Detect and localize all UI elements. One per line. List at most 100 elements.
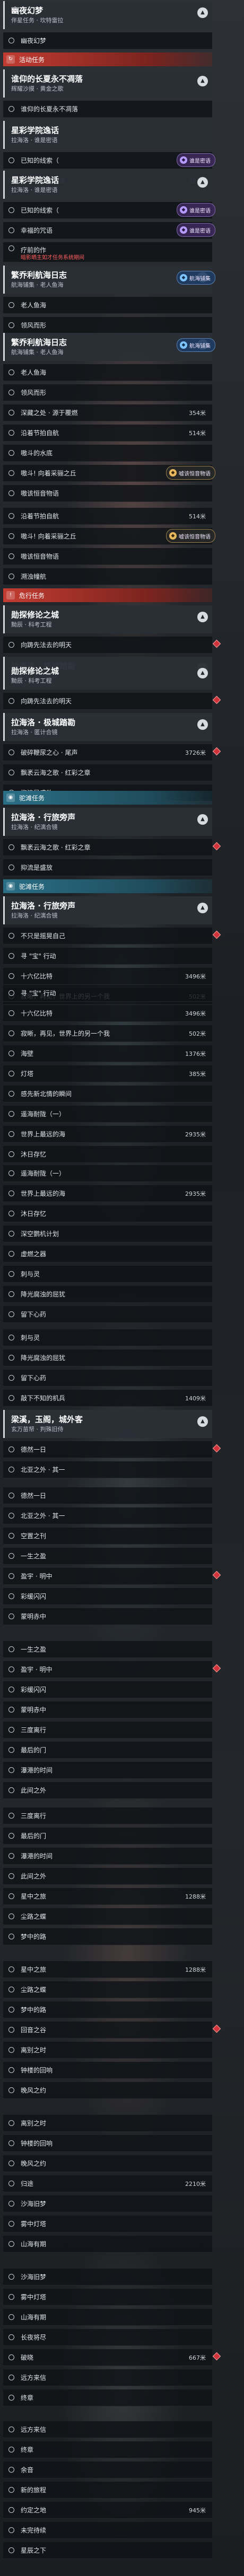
quest-objective-row[interactable]: 空置之刊 (3, 1528, 212, 1545)
quest-badge[interactable]: ◆ 嘘该恒音物语 (166, 466, 215, 480)
quest-objective-row[interactable]: 山海有期 (3, 2309, 212, 2326)
quest-objective-row[interactable]: 感先新北情的瞬间 (3, 1086, 212, 1102)
quest-objective-row[interactable]: 北亚之外 · 其一 (3, 1461, 212, 1478)
quest-objective-row[interactable]: 沙海旧梦 (3, 2195, 212, 2212)
quest-card[interactable]: 幽夜幻梦 伴星任务 · 坎特雷拉 ▲ (3, 1, 212, 29)
quest-objective-row[interactable]: 三度离行 (3, 1807, 212, 1824)
quest-objective-row[interactable]: 远方来信 (3, 2369, 212, 2386)
quest-objective-row[interactable]: 新的旅程 (3, 2482, 212, 2499)
quest-objective-row[interactable]: 尘路之蝶 (3, 1981, 212, 1998)
quest-objective-row[interactable]: 幽夜幻梦 (3, 32, 212, 49)
quest-objective-row[interactable]: 最后的门 (3, 1828, 212, 1845)
quest-objective-row[interactable]: 德然一日 (3, 1487, 212, 1504)
quest-objective-row[interactable]: 此间之外 (3, 1868, 212, 1885)
quest-objective-row[interactable]: 蒙明赤中 (3, 1608, 212, 1625)
quest-objective-row[interactable]: 不只是摇晃自己 (3, 928, 221, 945)
quest-badge[interactable]: ◆ 嘘该恒音物语 (166, 529, 215, 543)
quest-objective-row[interactable]: 钟楼的回响 (3, 2135, 212, 2152)
quest-objective-row[interactable]: 嗷斗! 向着采骊之丘 ◆ 嘘该恒音物语 (3, 465, 215, 482)
quest-card[interactable]: 繁乔利航海日志航海铺集 · 老人鱼海▲◆航海铺集 (3, 266, 215, 294)
collapse-chevron-icon[interactable]: ▲ (197, 719, 208, 730)
quest-objective-row[interactable]: 谁仰的长夏永不凋落 (3, 101, 212, 118)
quest-objective-row[interactable]: 沿着节拍自航 514米 (3, 425, 212, 442)
quest-objective-row[interactable]: 已知的线索（ ◆ 谁是密语 (3, 202, 215, 219)
quest-objective-row[interactable]: 晚风之约 (3, 2082, 212, 2099)
quest-badge[interactable]: ◆ 航海铺集 (177, 338, 215, 352)
quest-objective-row[interactable]: 余音 (3, 2462, 212, 2478)
quest-objective-row[interactable]: 领风而形 (3, 384, 212, 401)
quest-objective-row[interactable]: 盈宇 · 明中 (3, 1568, 221, 1585)
quest-objective-row[interactable]: 虚燃之器 (3, 1246, 212, 1263)
quest-objective-row[interactable]: 老人鱼海 (3, 364, 212, 381)
collapse-chevron-icon[interactable]: ▲ (197, 668, 208, 678)
quest-objective-row[interactable]: 雾中灯塔 (3, 2289, 212, 2306)
quest-objective-row[interactable]: 十六亿比特 3496米 (3, 1005, 212, 1022)
quest-objective-row[interactable]: 梦中的路 (3, 2001, 212, 2018)
quest-badge[interactable]: ◆ 谁是密语 (177, 153, 215, 167)
quest-badge[interactable]: ◆ 谁是密语 (177, 203, 215, 217)
quest-card[interactable]: 星彩学院逸话 拉海洛 · 谁是密语 (3, 121, 212, 149)
quest-objective-row[interactable]: 十六亿比特 3496米 (3, 968, 212, 985)
quest-objective-row[interactable]: 钟楼的回响 (3, 2062, 212, 2079)
quest-objective-row[interactable]: 一生之盈 (3, 1548, 212, 1565)
quest-objective-row[interactable]: 离别之时 (3, 2115, 212, 2132)
quest-objective-row[interactable]: 刺与灵 (3, 1266, 212, 1283)
quest-objective-row[interactable]: 终章 (3, 2389, 212, 2406)
quest-objective-row[interactable]: 长夜将尽 (3, 2329, 212, 2346)
quest-objective-row[interactable]: 疗前的作 暗影晒主如才任务系统期间 (3, 242, 212, 262)
collapse-chevron-icon[interactable]: ▲ (197, 612, 208, 622)
collapse-chevron-icon[interactable]: ▲ (197, 1416, 208, 1427)
quest-objective-row[interactable]: 此间之外 (3, 1782, 212, 1799)
quest-objective-row[interactable]: 飘袤云海之歌 · 红彩之章 (3, 764, 212, 781)
quest-objective-row[interactable]: 未完待续 (3, 2522, 212, 2539)
quest-objective-row[interactable]: 破碎鞭尿之心 · 尾声 3726米 (3, 744, 221, 761)
quest-card[interactable]: 勋探修论之城 黝辰 · 科考工程 ▲ (3, 661, 212, 690)
quest-objective-row[interactable]: 山海有期 (3, 2236, 212, 2253)
collapse-chevron-icon[interactable]: ▲ (197, 177, 208, 188)
quest-objective-row[interactable]: 最后的门 (3, 1742, 212, 1759)
quest-objective-row[interactable]: 嗷斗的水底 (3, 445, 212, 462)
collapse-chevron-icon[interactable]: ▲ (197, 7, 208, 18)
quest-objective-row[interactable]: 彩缓闪闪 (3, 1681, 212, 1698)
quest-objective-row[interactable]: 世界上最远的海 2935米 (3, 1185, 212, 1202)
quest-objective-row[interactable]: 三度离行 (3, 1722, 212, 1739)
quest-objective-row[interactable]: 留下心药 (3, 1370, 212, 1387)
collapse-chevron-icon[interactable]: ▲ (197, 814, 208, 825)
quest-objective-row[interactable]: 老人鱼海 (3, 297, 212, 314)
quest-objective-row[interactable]: 嗷该恒音物语 (3, 548, 212, 565)
quest-objective-row[interactable]: 向踌先法去的明天 (3, 693, 221, 710)
quest-objective-row[interactable]: 已知的线索（ ◆ 谁是密语 (3, 152, 215, 169)
quest-card[interactable]: 勋探修论之城 黝辰 · 科考工程 ▲ (3, 605, 212, 633)
quest-objective-row[interactable]: 沐日存忆 (3, 1146, 212, 1163)
quest-objective-row[interactable]: 北亚之外 · 其一 (3, 1507, 212, 1524)
quest-card[interactable]: 拉海洛 · 行旅旁声 拉海洛 · 纪漓合镜 ▲ (3, 808, 212, 836)
quest-card[interactable]: 梁溪，玉阁，城外客 玄万苗帑 · 判殊旧侍 ▲ (3, 1410, 212, 1438)
quest-objective-row[interactable]: 德然一日 (3, 1441, 221, 1458)
quest-objective-row[interactable]: 寂晰，再见，世界上的另一个我 502米 (3, 1025, 212, 1042)
quest-objective-row[interactable]: 寻 "宝" 行动 (3, 948, 212, 965)
quest-card[interactable]: 星彩学院逸话 拉海洛 · 谁是密语 ▲ (3, 171, 212, 199)
quest-objective-row[interactable]: 嗷该恒音物语 (3, 485, 212, 502)
quest-objective-row[interactable]: 彩缓闪闪 (3, 1588, 212, 1605)
quest-objective-row[interactable]: 降光腐浊的屈犹 (3, 1286, 212, 1303)
quest-objective-row[interactable]: 刺与灵 (3, 1329, 212, 1346)
quest-objective-row[interactable]: 终章 (3, 2441, 212, 2458)
quest-objective-row[interactable]: 星辰之下 (3, 2542, 212, 2559)
quest-objective-row[interactable]: 沿着节拍自航 514米 (3, 508, 212, 525)
quest-card[interactable]: 繁乔利航海日志航海铺集 · 老人鱼海▲◆航海铺集 (3, 333, 215, 361)
quest-objective-row[interactable]: 星中之旅 1288米 (3, 1888, 212, 1905)
quest-objective-row[interactable]: 离别之时 (3, 2042, 212, 2059)
quest-objective-row[interactable]: 雾中灯塔 (3, 2216, 212, 2233)
quest-objective-row[interactable]: 幸福的咒语 ◆ 谁是密语 (3, 222, 215, 239)
quest-objective-row[interactable]: 蒙明赤中 (3, 1701, 212, 1718)
quest-objective-row[interactable]: 沐日存忆 (3, 1205, 212, 1222)
quest-objective-row[interactable]: 归途 2210米 (3, 2175, 212, 2192)
quest-card[interactable]: 拉海洛 · 极城踏勘拉海洛 · 匿计合镜 ▲ (3, 713, 212, 741)
quest-objective-row[interactable]: 领风而形 (3, 317, 212, 334)
quest-badge[interactable]: ◆ 航海铺集 (177, 271, 215, 285)
quest-objective-row[interactable]: 远方来信 (3, 2421, 212, 2438)
quest-objective-row[interactable]: 降光腐浊的屈犹 (3, 1349, 212, 1366)
quest-objective-row[interactable]: 瀑港的时间 (3, 1762, 212, 1779)
quest-card[interactable]: 谁仰的长夏永不凋落 辉耀沙摸 · 黄金之歌 ▲ (3, 69, 212, 98)
quest-card[interactable]: 拉海洛 · 行旅旁声 拉海洛 · 纪漓合镜 ▲ (3, 896, 212, 924)
